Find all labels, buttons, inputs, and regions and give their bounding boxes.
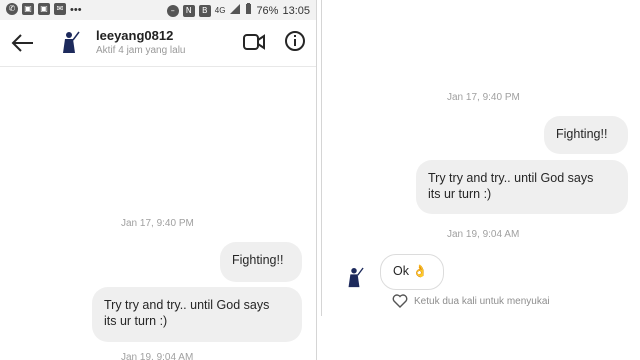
profile-username[interactable]: leeyang0812 xyxy=(96,28,173,43)
ok-hand-emoji: 👌 xyxy=(412,264,428,278)
sent-message-bubble[interactable]: Try try and try.. until God says its ur … xyxy=(416,160,628,214)
like-hint-text: Ketuk dua kali untuk menyukai xyxy=(414,296,550,307)
sent-message-bubble[interactable]: Fighting!! xyxy=(544,116,628,154)
battery-percentage: 76% xyxy=(256,4,279,17)
video-call-icon[interactable] xyxy=(242,31,266,53)
nfc-icon: N xyxy=(182,4,195,17)
sent-message-bubble[interactable]: Try try and try.. until God says its ur … xyxy=(92,287,302,342)
battery-icon xyxy=(245,3,252,18)
dots-icon: ••• xyxy=(70,4,82,16)
image-icon: ▣ xyxy=(22,3,34,15)
message-text: Fighting!! xyxy=(232,253,284,267)
info-icon[interactable] xyxy=(284,30,306,52)
message-timestamp: Jan 19, 9:04 AM xyxy=(121,352,194,360)
back-arrow-icon[interactable] xyxy=(10,30,36,56)
chat-header: leeyang0812 Aktif 4 jam yang lalu xyxy=(0,20,316,67)
signal-icon xyxy=(229,3,241,18)
status-bar-system: – N B 4G 76% 13:05 xyxy=(166,3,310,18)
message-text: Try try and try.. until God says xyxy=(104,298,270,312)
right-screenshot: Jan 17, 9:40 PM Fighting!! Try try and t… xyxy=(322,0,640,316)
message-timestamp: Jan 17, 9:40 PM xyxy=(447,92,520,103)
image-icon: ▣ xyxy=(38,3,50,15)
message-timestamp: Jan 17, 9:40 PM xyxy=(121,218,194,229)
message-text: its ur turn :) xyxy=(104,314,168,328)
heart-icon[interactable] xyxy=(392,293,408,309)
left-screenshot: ✆ ▣ ▣ ✉ ••• – N B 4G 76% 13:05 leeyang08… xyxy=(0,0,316,360)
avatar[interactable] xyxy=(58,30,80,56)
sent-message-bubble[interactable]: Fighting!! xyxy=(220,242,302,282)
screenshot-border xyxy=(321,0,322,316)
mail-icon: ✉ xyxy=(54,3,66,15)
message-text: Ok xyxy=(393,264,409,278)
clock: 13:05 xyxy=(282,4,310,17)
message-timestamp: Jan 19, 9:04 AM xyxy=(447,229,520,240)
b-icon: B xyxy=(198,4,211,17)
message-text: Fighting!! xyxy=(556,127,608,141)
network-4g-icon: 4G xyxy=(214,5,226,15)
status-bar: ✆ ▣ ▣ ✉ ••• – N B 4G 76% 13:05 xyxy=(0,0,316,20)
status-bar-notifications: ✆ ▣ ▣ ✉ ••• xyxy=(6,3,82,17)
message-text: its ur turn :) xyxy=(428,187,492,201)
do-not-disturb-icon: – xyxy=(166,4,179,17)
profile-activity-status: Aktif 4 jam yang lalu xyxy=(96,45,186,56)
whatsapp-icon: ✆ xyxy=(6,3,18,15)
message-text: Try try and try.. until God says xyxy=(428,171,594,185)
screenshot-divider xyxy=(316,0,317,360)
received-message-bubble[interactable]: Ok 👌 xyxy=(380,254,444,290)
avatar[interactable] xyxy=(344,265,364,291)
